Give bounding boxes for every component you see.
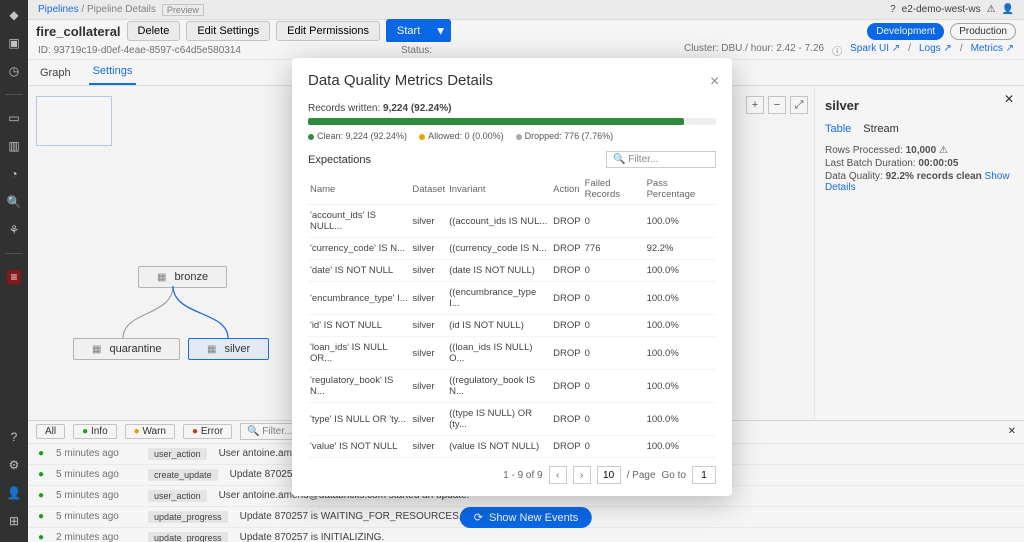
records-written: 9,224 (92.24%) (383, 103, 451, 114)
table-row[interactable]: 'id' IS NOT NULLsilver(id IS NOT NULL)DR… (308, 315, 716, 337)
legend-dropped: Dropped: 776 (7.76%) (525, 131, 614, 141)
legend-clean: Clean: 9,224 (92.24%) (317, 131, 407, 141)
modal-close-icon[interactable]: × (710, 73, 719, 91)
dq-bar (308, 118, 716, 125)
table-row[interactable]: 'account_ids' IS NULL...silver((account_… (308, 205, 716, 238)
col-name[interactable]: Name (308, 174, 410, 205)
table-row[interactable]: 'value' IS NOT NULLsilver(value IS NOT N… (308, 436, 716, 458)
table-row[interactable]: 'currency_code' IS N...silver((currency_… (308, 238, 716, 260)
dq-modal: Data Quality Metrics Details × Records w… (292, 58, 732, 496)
legend-allowed: Allowed: 0 (0.00%) (428, 131, 504, 141)
col-invariant[interactable]: Invariant (447, 174, 551, 205)
modal-overlay: Data Quality Metrics Details × Records w… (0, 0, 1024, 542)
pager-range: 1 - 9 of 9 (503, 470, 542, 481)
col-action[interactable]: Action (551, 174, 582, 205)
expectations-table: Name Dataset Invariant Action Failed Rec… (308, 174, 716, 458)
col-failed[interactable]: Failed Records (583, 174, 645, 205)
table-row[interactable]: 'type' IS NULL OR 'ty...silver((type IS … (308, 403, 716, 436)
modal-title: Data Quality Metrics Details (308, 72, 716, 89)
table-row[interactable]: 'loan_ids' IS NULL OR...silver((loan_ids… (308, 337, 716, 370)
col-pass[interactable]: Pass Percentage (645, 174, 716, 205)
pager-next[interactable]: › (573, 466, 591, 484)
expectations-heading: Expectations (308, 154, 371, 166)
pager-size-input[interactable] (597, 466, 621, 484)
pager-prev[interactable]: ‹ (549, 466, 567, 484)
pager-goto-input[interactable] (692, 466, 716, 484)
expectations-filter[interactable]: 🔍 Filter... (606, 151, 716, 168)
table-row[interactable]: 'encumbrance_type' I...silver((encumbran… (308, 282, 716, 315)
table-row[interactable]: 'date' IS NOT NULLsilver(date IS NOT NUL… (308, 260, 716, 282)
table-row[interactable]: 'regulatory_book' IS N...silver((regulat… (308, 370, 716, 403)
col-dataset[interactable]: Dataset (410, 174, 447, 205)
